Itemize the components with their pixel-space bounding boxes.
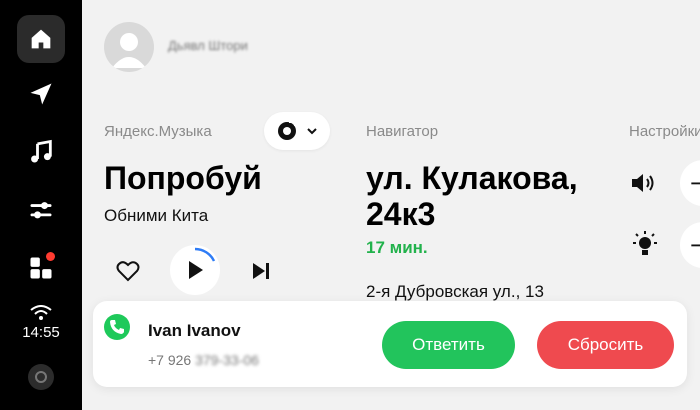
decline-button[interactable]: Сбросить bbox=[537, 321, 674, 369]
track-title: Попробуй bbox=[104, 160, 262, 196]
avatar[interactable] bbox=[104, 22, 154, 72]
sliders-icon bbox=[30, 202, 52, 219]
phone-icon bbox=[104, 314, 130, 340]
sidebar-item-music[interactable] bbox=[17, 128, 65, 176]
destination-address[interactable]: ул. Кулакова, 24к3 bbox=[366, 160, 616, 232]
music-section-label: Яндекс.Музыка bbox=[104, 123, 212, 140]
volume-down-button[interactable]: − bbox=[680, 160, 700, 206]
volume-icon bbox=[632, 174, 654, 192]
wifi-icon bbox=[30, 305, 52, 320]
progress-ring bbox=[194, 247, 216, 262]
caller-number-prefix: +7 926 bbox=[148, 352, 192, 368]
navigation-arrow-icon bbox=[30, 83, 52, 105]
incoming-call-card: Ivan Ivanov +7 926 379-33-06 Ответить Сб… bbox=[93, 301, 687, 387]
brightness-icon bbox=[633, 231, 657, 255]
minus-icon: − bbox=[690, 229, 700, 260]
minus-icon: − bbox=[690, 167, 700, 198]
caller-name: Ivan Ivanov bbox=[148, 321, 241, 340]
sidebar-item-navigator[interactable] bbox=[17, 70, 65, 118]
assistant-icon bbox=[35, 371, 47, 383]
like-button[interactable] bbox=[114, 257, 142, 285]
caller-number-hidden: 379-33-06 bbox=[195, 352, 259, 368]
next-track-button[interactable] bbox=[247, 257, 275, 285]
eta: 17 мин. bbox=[366, 238, 428, 257]
user-name: Дьявл Штори bbox=[168, 38, 248, 53]
music-source-dropdown[interactable] bbox=[264, 112, 330, 150]
home-icon bbox=[31, 29, 51, 49]
music-note-icon bbox=[31, 139, 52, 163]
yandex-music-icon bbox=[278, 121, 296, 140]
chevron-down-icon bbox=[307, 128, 317, 135]
skip-next-icon bbox=[253, 263, 269, 279]
sidebar-item-apps[interactable] bbox=[17, 244, 65, 292]
clock: 14:55 bbox=[22, 324, 60, 341]
heart-icon bbox=[116, 261, 140, 282]
answer-button[interactable]: Ответить bbox=[382, 321, 515, 369]
notification-badge bbox=[46, 252, 55, 261]
origin-address: 2-я Дубровская ул., 13 bbox=[366, 282, 544, 301]
play-button[interactable] bbox=[170, 245, 220, 295]
sidebar-item-settings[interactable] bbox=[17, 186, 65, 234]
settings-section-label: Настройки bbox=[629, 123, 700, 140]
brightness-down-button[interactable]: − bbox=[680, 222, 700, 268]
assistant-button[interactable] bbox=[28, 364, 54, 390]
sidebar: 14:55 bbox=[0, 0, 82, 410]
caller-number: +7 926 379-33-06 bbox=[148, 352, 259, 368]
user-silhouette-icon bbox=[112, 33, 146, 68]
sidebar-item-home[interactable] bbox=[17, 15, 65, 63]
navigator-section-label: Навигатор bbox=[366, 123, 439, 140]
track-artist: Обними Кита bbox=[104, 206, 209, 225]
